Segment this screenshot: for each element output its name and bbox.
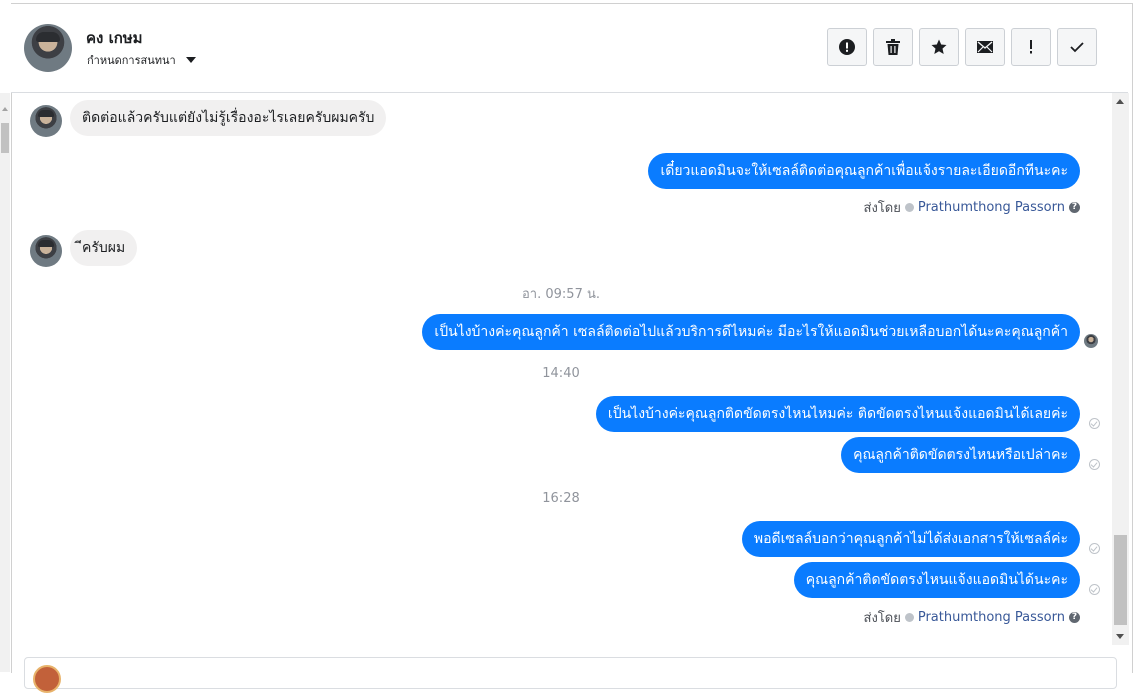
outgoing-message[interactable]: เป็นไงบ้างค่ะคุณลูกค้า เซลล์ติดต่อไปแล้ว… [422,314,1080,350]
follow-up-button[interactable] [1011,28,1051,66]
seen-avatar [1084,334,1098,348]
conversation-options-label: กำหนดการสนทนา [87,54,176,67]
contact-avatar[interactable] [24,24,72,72]
status-dot-icon [904,203,914,212]
delete-button[interactable] [873,28,913,66]
delivered-check-icon [1089,418,1100,429]
message-thread[interactable]: ติดต่อแล้วครับแต่ยังไม่รู้เรื่องอะไรเลยค… [11,93,1111,645]
check-icon [1070,42,1084,53]
scroll-down-arrow-icon[interactable] [1116,634,1124,639]
sent-by-name[interactable]: Prathumthong Passorn [918,200,1065,215]
outgoing-message[interactable]: เดี๋ยวแอดมินจะให้เซลล์ติดต่อคุณลูกค้าเพื… [648,153,1080,189]
scroll-up-arrow-icon[interactable] [2,107,8,111]
left-panel-scrollbar[interactable] [0,93,10,672]
scroll-up-arrow-icon[interactable] [1116,99,1124,104]
timestamp-divider: 14:40 [542,366,580,381]
outgoing-message[interactable]: เป็นไงบ้างค่ะคุณลูกติดขัดตรงไหนไหมค่ะ ติ… [595,396,1080,432]
outgoing-message[interactable]: พอดีเซลล์บอกว่าคุณลูกค้าไม่ได้ส่งเอกสารใ… [741,521,1080,557]
report-spam-button[interactable] [827,28,867,66]
sent-by-name[interactable]: Prathumthong Passorn [918,610,1065,625]
scrollbar-thumb[interactable] [1114,535,1127,625]
scrollbar-thumb[interactable] [1,123,9,153]
status-dot-icon [904,613,914,622]
caret-down-icon[interactable] [185,57,196,63]
thread-scrollbar[interactable] [1112,93,1129,645]
mark-done-button[interactable] [1057,28,1097,66]
contact-name[interactable]: คง เกษม [86,26,143,50]
user-avatar [33,665,61,693]
sent-by-label: ส่งโดย [863,201,901,216]
contact-avatar-small[interactable] [30,235,62,267]
incoming-message[interactable]: ติดต่อแล้วครับแต่ยังไม่รู้เรื่องอะไรเลยค… [70,100,387,136]
help-icon[interactable]: ? [1069,612,1080,623]
alert-circle-icon [839,39,855,55]
sent-by-line: ส่งโดย Prathumthong Passorn ? [864,607,1080,628]
incoming-message[interactable]: ีครับผม [70,230,138,266]
sent-by-label: ส่งโดย [863,611,901,626]
delivered-check-icon [1089,459,1100,470]
mark-unread-button[interactable] [965,28,1005,66]
sent-by-line: ส่งโดย Prathumthong Passorn ? [864,197,1080,218]
contact-avatar-small[interactable] [30,105,62,137]
conversation-options[interactable]: กำหนดการสนทนา [87,51,196,69]
star-icon [931,39,947,54]
exclamation-icon [1030,40,1032,54]
outgoing-message[interactable]: คุณลูกค้าติดขัดตรงไหนหรือเปล่าคะ [841,437,1080,473]
mail-icon [977,41,993,53]
timestamp-divider: อา. 09:57 น. [522,287,600,302]
outgoing-message[interactable]: คุณลูกค้าติดขัดตรงไหนแจ้งแอดมินได้นะคะ [793,562,1080,598]
timestamp-divider: 16:28 [542,491,580,506]
delivered-check-icon [1089,584,1100,595]
delivered-check-icon [1089,543,1100,554]
header-toolbar [827,28,1097,66]
help-icon[interactable]: ? [1069,202,1080,213]
message-composer[interactable] [24,657,1117,693]
star-button[interactable] [919,28,959,66]
trash-icon [886,39,900,55]
conversation-header: คง เกษม กำหนดการสนทนา [11,4,1128,93]
